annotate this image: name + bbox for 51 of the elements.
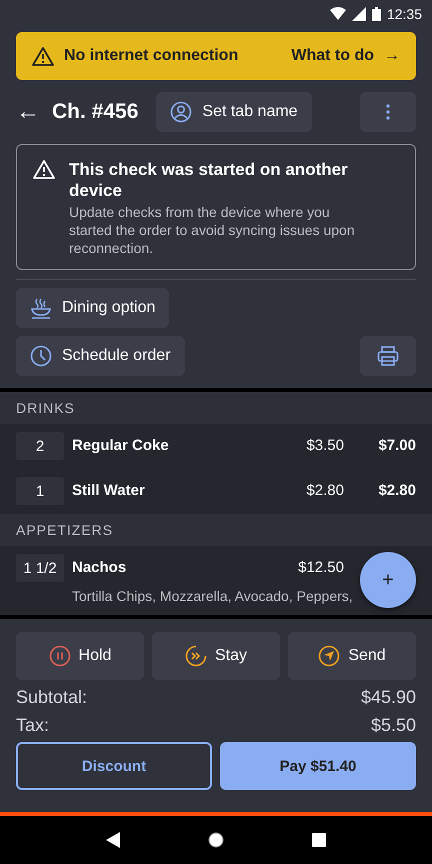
add-button[interactable]: + [360, 552, 416, 608]
print-button[interactable] [360, 336, 416, 376]
back-button[interactable]: ← [16, 98, 40, 126]
back-nav-icon [106, 832, 120, 848]
discount-button[interactable]: Discount [16, 742, 212, 790]
set-tab-name-button[interactable]: Set tab name [156, 92, 312, 132]
send-icon [318, 645, 340, 667]
notice-body: Update checks from the device where you started the order to avoid syncing issues upon reconnection. [69, 203, 356, 257]
item-total: $2.80 [377, 481, 416, 501]
status-time: 12:35 [386, 6, 422, 22]
item-modifiers: Tortilla Chips, Mozzarella, Avocado, Peppers, [72, 588, 354, 604]
send-button[interactable]: Send [288, 632, 416, 680]
stay-button[interactable]: Stay [152, 632, 280, 680]
more-icon [386, 104, 390, 120]
item-price: $2.80 [305, 481, 344, 501]
check-title: Ch. #456 [52, 100, 138, 124]
item-name: Still Water [72, 481, 146, 501]
pay-button[interactable]: Pay $51.40 [220, 742, 416, 790]
item-price: $12.50 [297, 558, 344, 578]
bowl-icon [30, 297, 52, 319]
what-to-do-link[interactable]: What to do → [291, 47, 400, 65]
total-value: $45.90 [360, 686, 416, 708]
quantity-field[interactable]: 1 1/2 [16, 554, 64, 582]
total-label: Tax: [16, 714, 50, 736]
warning-icon [32, 46, 54, 66]
total-label: Subtotal: [16, 686, 88, 708]
item-total: $7.00 [377, 436, 416, 456]
clock-icon [30, 345, 52, 367]
item-name: Nachos [72, 558, 128, 578]
recents-nav-icon [312, 833, 326, 847]
item-name: Regular Coke [72, 436, 170, 456]
warning-icon [33, 159, 55, 180]
dining-option-button[interactable]: Dining option [16, 288, 170, 328]
notice-title: This check was started on another device [69, 159, 349, 201]
quantity-field[interactable]: 2 [16, 432, 64, 460]
wifi-icon [330, 7, 346, 21]
alert-message: No internet connection [64, 47, 240, 65]
total-value: $5.50 [370, 714, 416, 736]
section-header: DRINKS [0, 392, 432, 424]
battery-icon [372, 7, 381, 21]
home-nav-icon [208, 832, 224, 848]
quantity-field[interactable]: 1 [16, 477, 64, 505]
hold-button[interactable]: Hold [16, 632, 144, 680]
pause-icon [48, 645, 71, 667]
person-icon [170, 101, 192, 123]
section-header: APPETIZERS [0, 514, 432, 546]
fast-forward-icon [184, 645, 207, 667]
printer-icon [377, 345, 399, 367]
item-price: $3.50 [305, 436, 344, 456]
signal-icon [352, 7, 366, 21]
schedule-order-button[interactable]: Schedule order [16, 336, 185, 376]
